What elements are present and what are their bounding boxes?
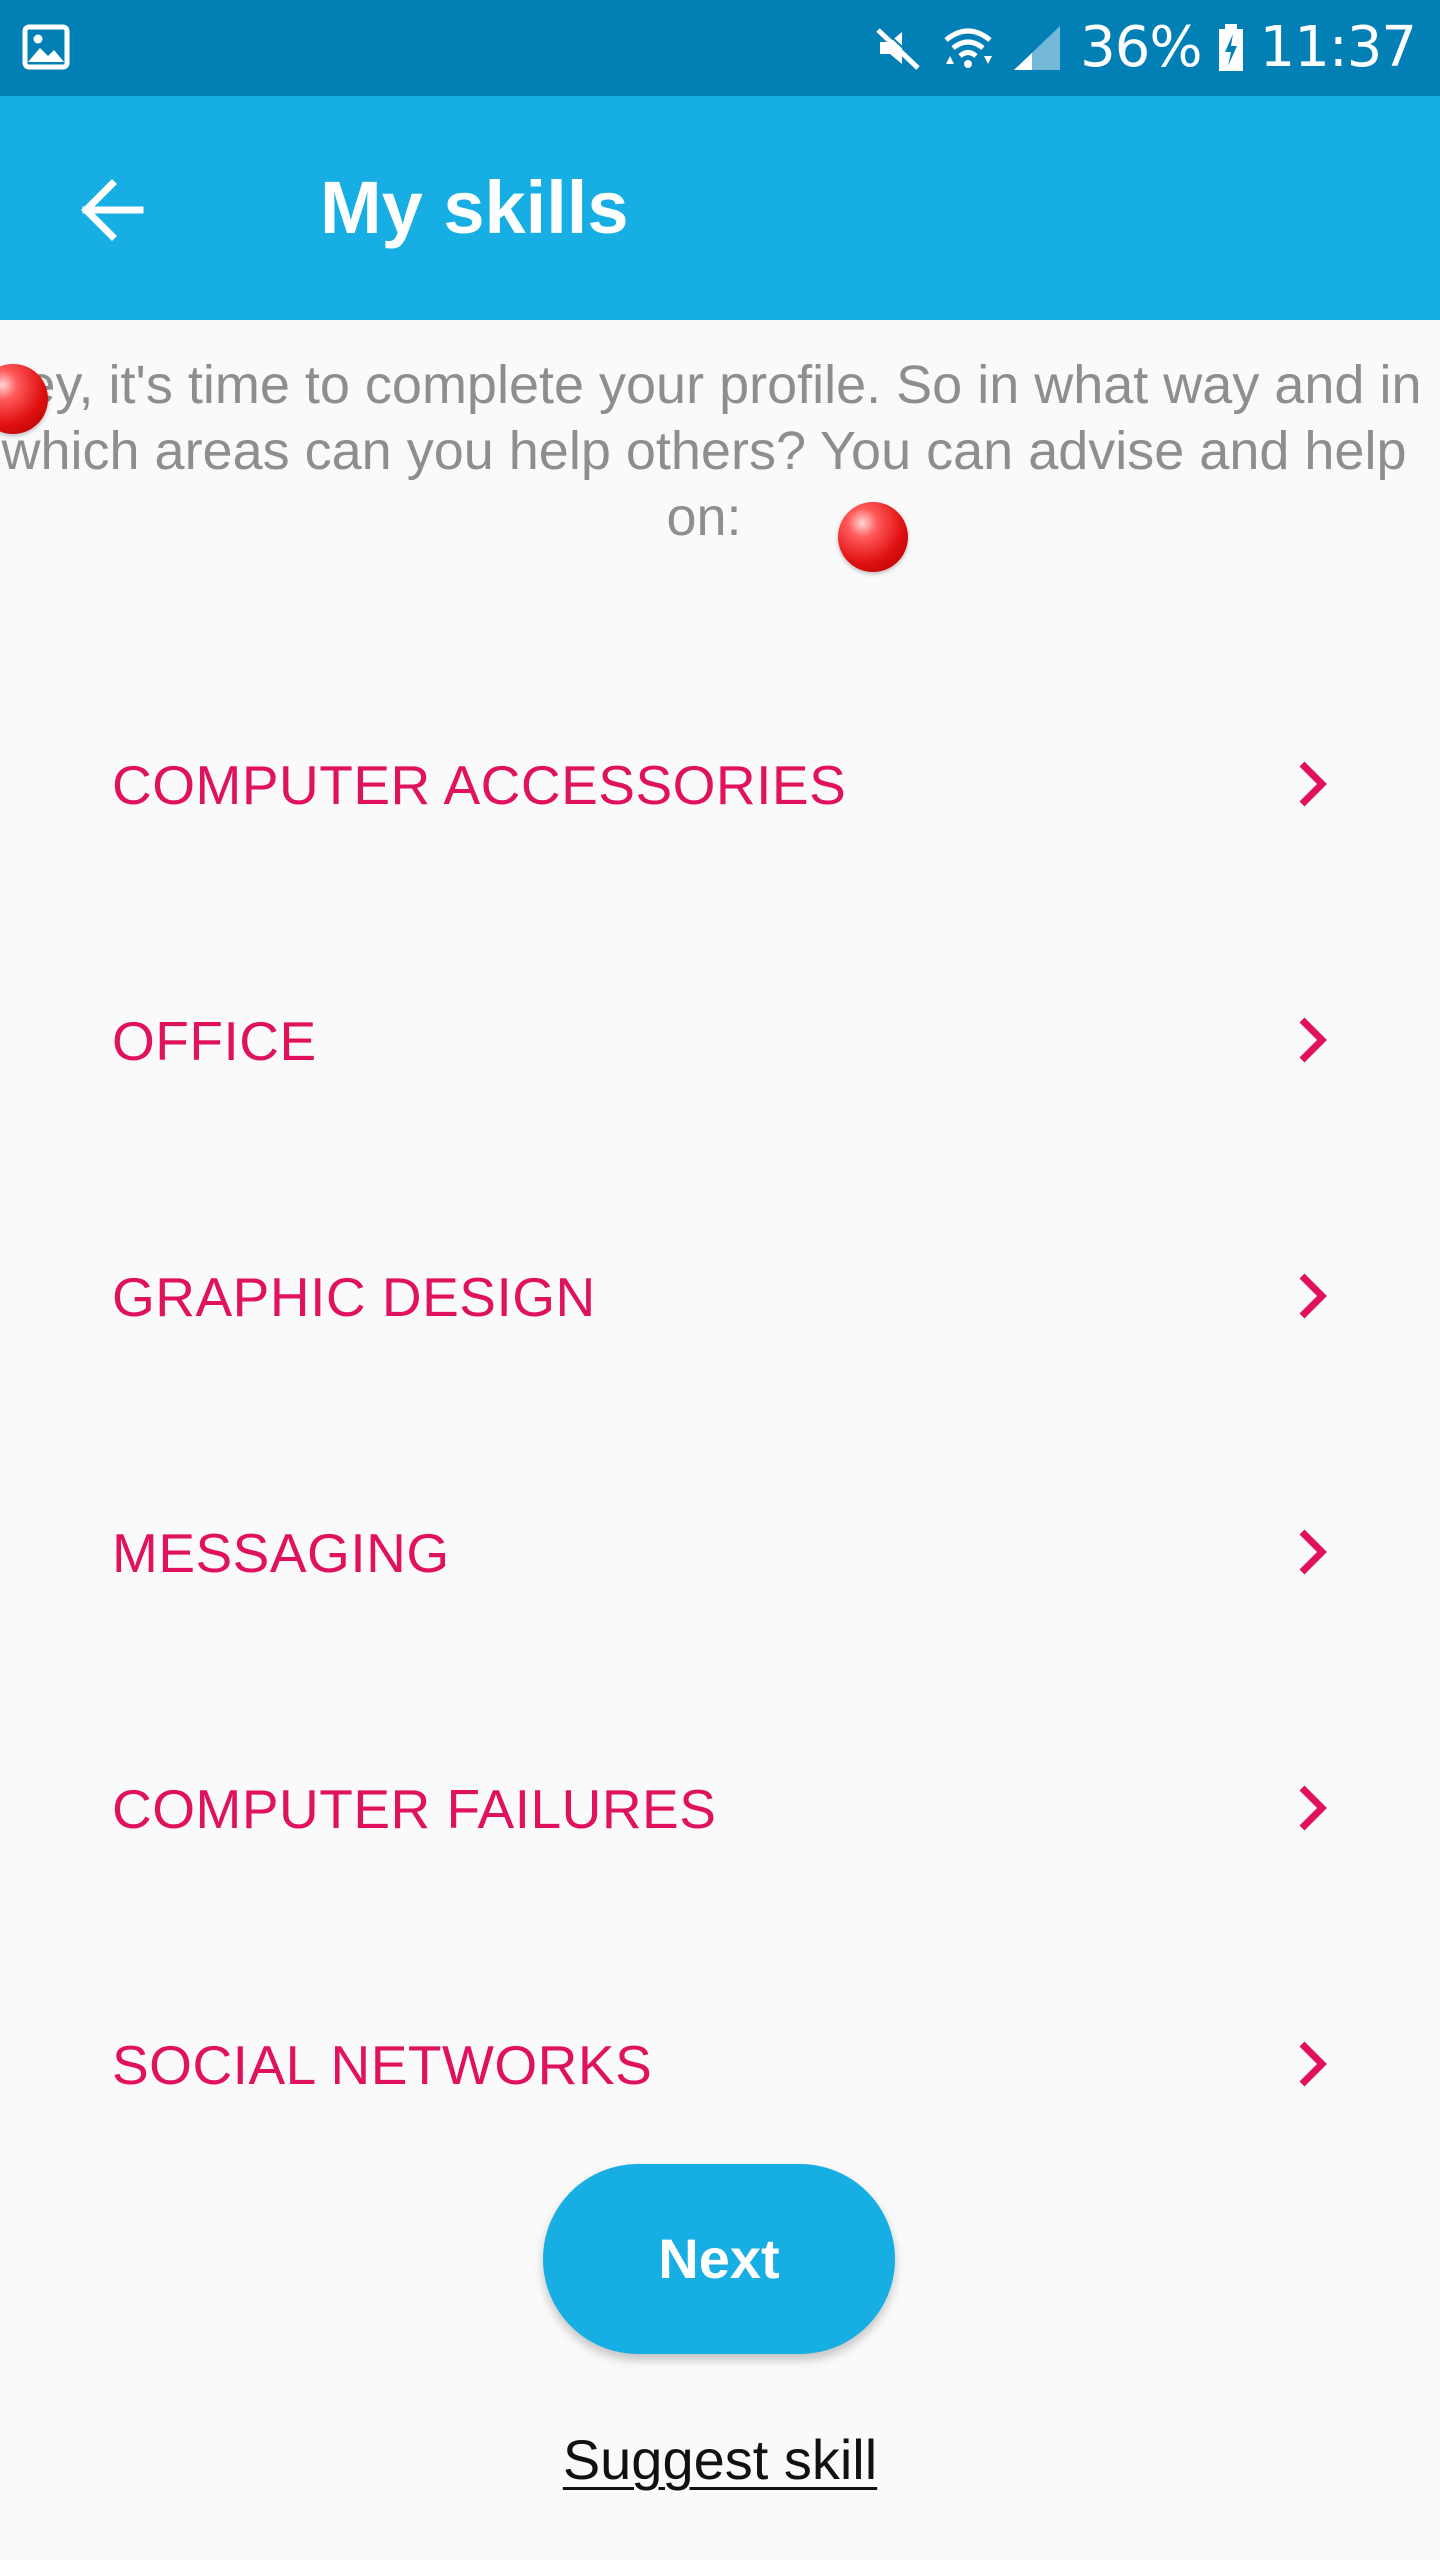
status-bar: 36% 11:37 (0, 0, 1440, 96)
skill-item-office[interactable]: OFFICE (0, 928, 1440, 1184)
page-title: My skills (320, 166, 629, 249)
suggest-skill-container: Suggest skill (0, 2420, 1440, 2500)
skill-item-messaging[interactable]: MESSAGING (0, 1440, 1440, 1696)
suggest-skill-link[interactable]: Suggest skill (563, 2428, 877, 2491)
intro-text-content: Hey, it's time to complete your profile.… (0, 355, 1422, 547)
skill-list: COMPUTER ACCESSORIES OFFICE GRAPHIC DESI… (0, 672, 1440, 2208)
clock: 11:37 (1259, 15, 1417, 80)
chevron-right-icon (1299, 1785, 1327, 1831)
wifi-icon (944, 28, 993, 68)
skill-label: GRAPHIC DESIGN (112, 1266, 596, 1328)
skill-label: COMPUTER ACCESSORIES (112, 754, 847, 816)
battery-percentage: 36% (1080, 15, 1202, 80)
image-notification-icon (22, 24, 70, 70)
red-ball-decoration (838, 502, 908, 572)
chevron-right-icon (1299, 1273, 1327, 1319)
skill-label: COMPUTER FAILURES (112, 1778, 717, 1840)
signal-icon (1014, 26, 1061, 70)
intro-text: Hey, it's time to complete your profile.… (0, 352, 1440, 550)
skill-item-graphic-design[interactable]: GRAPHIC DESIGN (0, 1184, 1440, 1440)
skill-item-computer-accessories[interactable]: COMPUTER ACCESSORIES (0, 672, 1440, 928)
skill-label: MESSAGING (112, 1522, 450, 1584)
next-button[interactable]: Next (543, 2164, 895, 2354)
skill-label: SOCIAL NETWORKS (112, 2034, 653, 2096)
chevron-right-icon (1299, 2041, 1327, 2087)
mute-icon (876, 26, 922, 70)
skill-label: OFFICE (112, 1010, 317, 1072)
back-button[interactable] (56, 154, 168, 266)
status-icons: 36% 11:37 (870, 0, 1417, 96)
battery-charging-icon (1218, 24, 1243, 71)
chevron-right-icon (1299, 761, 1327, 807)
app-toolbar: My skills (0, 96, 1440, 320)
arrow-left-icon (81, 179, 144, 241)
chevron-right-icon (1299, 1017, 1327, 1063)
skill-item-computer-failures[interactable]: COMPUTER FAILURES (0, 1696, 1440, 1952)
chevron-right-icon (1299, 1529, 1327, 1575)
